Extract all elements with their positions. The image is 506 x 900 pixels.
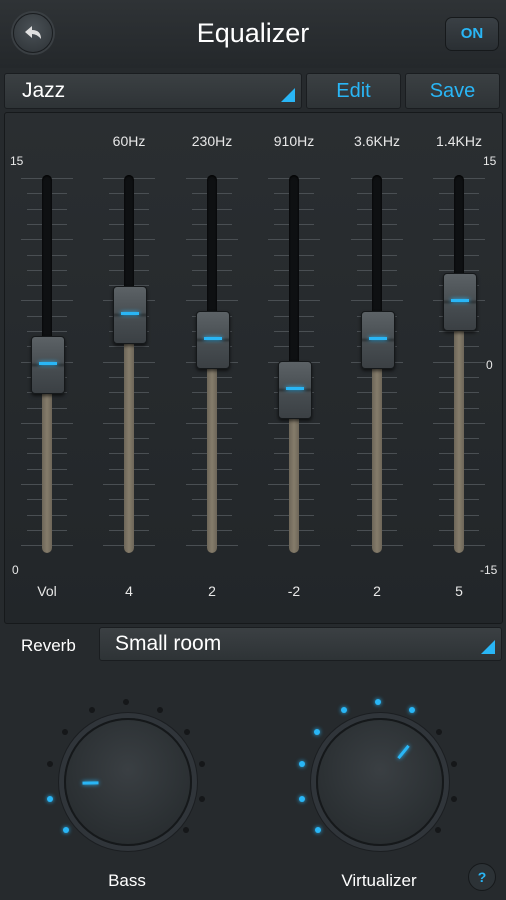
band-frequency-label: 3.6KHz: [354, 133, 400, 149]
band-value-label: -2: [287, 583, 301, 599]
band-slider[interactable]: [182, 170, 242, 560]
band-value-label: 2: [373, 583, 381, 599]
dropdown-corner-icon: [281, 88, 295, 102]
band-value-label: 5: [455, 583, 463, 599]
dial-level-dot: [61, 728, 68, 735]
dial-level-dot: [340, 706, 347, 713]
band-value-label: 2: [208, 583, 216, 599]
slider-knob[interactable]: [443, 272, 477, 331]
dial-level-dot: [450, 795, 457, 802]
dial-level-dot: [375, 699, 381, 705]
virtualizer-label: Virtualizer: [341, 871, 417, 890]
slider-fill: [207, 345, 217, 553]
dial-level-dot: [182, 827, 189, 834]
slider-knob-indicator: [286, 387, 304, 391]
band-slider[interactable]: [99, 170, 159, 560]
reverb-value: Small room: [115, 632, 222, 655]
reverb-label: Reverb: [21, 636, 76, 655]
power-toggle-button[interactable]: ON: [445, 17, 499, 51]
slider-fill: [289, 396, 299, 553]
dial-level-dot: [157, 706, 164, 713]
reverb-select[interactable]: Small room: [99, 627, 502, 661]
band-frequency-label: 230Hz: [191, 133, 233, 149]
dial-level-dot: [451, 760, 458, 767]
preset-label: Jazz: [22, 79, 66, 102]
dial-level-dot: [315, 827, 322, 834]
band-slider[interactable]: [347, 170, 407, 560]
dial-pointer: [81, 781, 99, 785]
page-title: Equalizer: [196, 18, 310, 48]
slider-knob-indicator: [451, 298, 469, 302]
dial-level-dot: [123, 699, 129, 705]
edit-button[interactable]: Edit: [306, 73, 401, 109]
scale-right-top: 15: [483, 154, 497, 168]
preset-select[interactable]: Jazz: [4, 73, 302, 109]
dial-pointer: [397, 745, 411, 760]
band-frequency-label: 910Hz: [273, 133, 315, 149]
virtualizer-dial[interactable]: [316, 718, 444, 846]
scale-left-bottom: 0: [12, 563, 19, 577]
slider-knob-indicator: [204, 336, 222, 340]
dial-level-dot: [198, 795, 205, 802]
scale-right-bottom: -15: [480, 563, 498, 577]
dropdown-corner-icon: [481, 640, 495, 654]
band-value-label: 4: [125, 583, 133, 599]
dial-level-dot: [436, 728, 443, 735]
dial-level-dot: [199, 760, 206, 767]
slider-fill: [454, 307, 464, 553]
slider-knob[interactable]: [31, 336, 65, 394]
slider-fill: [372, 345, 382, 553]
slider-fill: [124, 320, 134, 553]
help-button[interactable]: ?: [468, 863, 496, 891]
dial-level-dot: [46, 760, 53, 767]
band-frequency-label: 60Hz: [112, 133, 146, 149]
dial-level-dot: [298, 760, 305, 767]
scale-left-top: 15: [10, 154, 24, 168]
save-button[interactable]: Save: [405, 73, 500, 109]
slider-knob-indicator: [121, 311, 139, 315]
band-slider[interactable]: [264, 170, 324, 560]
slider-knob[interactable]: [278, 361, 312, 420]
band-frequency-label: 1.4KHz: [436, 133, 482, 149]
dial-level-dot: [47, 795, 54, 802]
slider-knob[interactable]: [196, 310, 230, 369]
slider-knob-indicator: [369, 336, 387, 340]
dial-level-dot: [88, 706, 95, 713]
help-icon: ?: [477, 869, 487, 885]
dial-level-dot: [184, 728, 191, 735]
slider-knob-indicator: [39, 362, 57, 365]
slider-fill: [42, 371, 52, 553]
slider-knob[interactable]: [113, 285, 147, 344]
slider-knob[interactable]: [361, 310, 395, 369]
band-value-label: Vol: [37, 583, 57, 599]
dial-level-dot: [434, 827, 441, 834]
bass-label: Bass: [108, 871, 146, 890]
band-slider[interactable]: [429, 170, 489, 560]
dial-level-dot: [313, 728, 320, 735]
bass-dial[interactable]: [64, 718, 192, 846]
dial-level-dot: [409, 706, 416, 713]
dial-level-dot: [299, 795, 306, 802]
band-slider[interactable]: [17, 170, 77, 560]
dial-level-dot: [63, 827, 70, 834]
